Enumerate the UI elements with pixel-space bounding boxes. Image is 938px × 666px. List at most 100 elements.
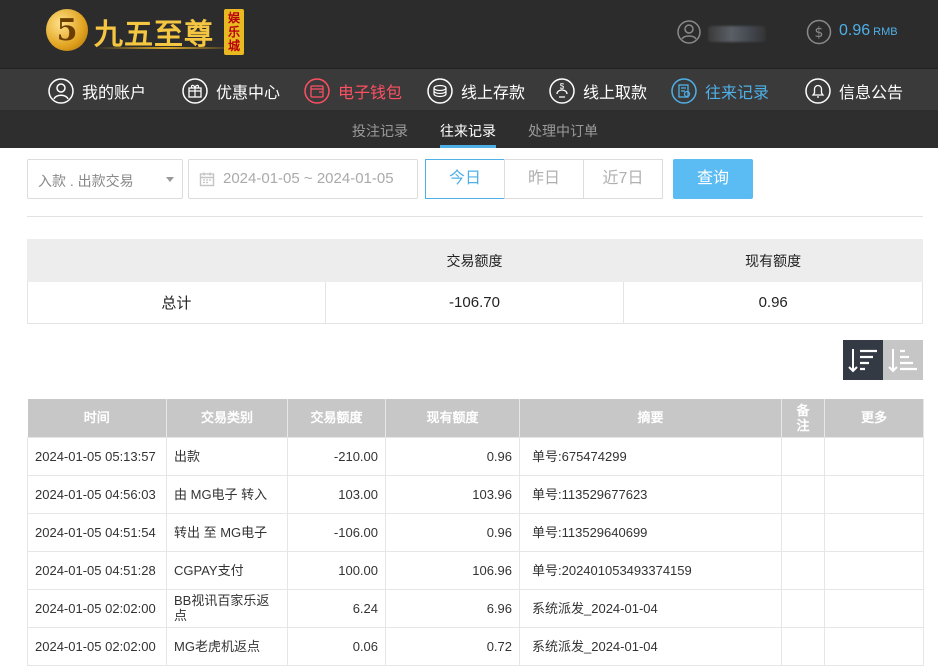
cell-amount: -210.00 bbox=[287, 436, 386, 476]
chevron-down-icon bbox=[166, 177, 174, 182]
tab-bet-records[interactable]: 投注记录 bbox=[352, 121, 408, 141]
table-row[interactable]: 2024-01-05 02:02:00 BB视讯百家乐返点 6.24 6.96 … bbox=[27, 588, 924, 628]
cell-more[interactable] bbox=[824, 626, 924, 666]
cell-time: 2024-01-05 02:02:00 bbox=[27, 626, 167, 666]
cell-more[interactable] bbox=[824, 550, 924, 590]
query-button[interactable]: 查询 bbox=[673, 159, 753, 199]
cell-balance: 103.96 bbox=[385, 474, 520, 514]
summary-table: 交易额度 现有额度 总计 -106.70 0.96 bbox=[27, 239, 923, 324]
summary-total-balance: 0.96 bbox=[623, 281, 923, 324]
calendar-icon bbox=[199, 172, 215, 187]
summary-header-amount: 交易额度 bbox=[324, 239, 625, 282]
col-header-remark[interactable]: 备注 bbox=[781, 399, 825, 437]
cell-remark bbox=[781, 588, 825, 628]
table-row[interactable]: 2024-01-05 04:51:28 CGPAY支付 100.00 106.9… bbox=[27, 550, 924, 590]
cell-type: 转出 至 MG电子 bbox=[166, 512, 288, 552]
wallet-icon bbox=[304, 78, 330, 104]
col-header-amount[interactable]: 交易额度 bbox=[287, 399, 386, 437]
cell-remark bbox=[781, 474, 825, 514]
nav-label: 信息公告 bbox=[839, 85, 904, 102]
nav-label: 线上取款 bbox=[583, 85, 648, 102]
nav-label: 线上存款 bbox=[461, 85, 526, 102]
cell-time: 2024-01-05 04:51:28 bbox=[27, 550, 167, 590]
cell-balance: 6.96 bbox=[385, 588, 520, 628]
cell-summary: 系统派发_2024-01-04 bbox=[519, 626, 782, 666]
table-row[interactable]: 2024-01-05 05:13:57 出款 -210.00 0.96 单号:6… bbox=[27, 436, 924, 476]
nav-announcements[interactable]: 信息公告 bbox=[805, 77, 903, 105]
cell-more[interactable] bbox=[824, 436, 924, 476]
summary-total-amount: -106.70 bbox=[324, 281, 625, 324]
cell-summary: 单号:202401053493374159 bbox=[519, 550, 782, 590]
transaction-records-table: 时间 交易类别 交易额度 现有额度 摘要 备注 更多 2024-01-05 05… bbox=[27, 399, 924, 666]
bell-icon bbox=[805, 78, 831, 104]
quick-last7days-button[interactable]: 近7日 bbox=[583, 159, 663, 199]
cell-remark bbox=[781, 626, 825, 666]
cell-time: 2024-01-05 04:56:03 bbox=[27, 474, 167, 514]
cell-amount: 103.00 bbox=[287, 474, 386, 514]
active-tab-indicator bbox=[440, 145, 496, 148]
col-header-type[interactable]: 交易类别 bbox=[166, 399, 288, 437]
col-header-time[interactable]: 时间 bbox=[27, 399, 167, 437]
svg-text:$: $ bbox=[815, 25, 824, 41]
user-icon bbox=[48, 78, 74, 104]
nav-online-deposit[interactable]: 线上存款 bbox=[427, 77, 525, 105]
logo-digit: 5 bbox=[56, 13, 78, 48]
quick-today-button[interactable]: 今日 bbox=[425, 159, 505, 199]
cell-type: MG老虎机返点 bbox=[166, 626, 288, 666]
date-range-input[interactable]: 2024-01-05 ~ 2024-01-05 bbox=[188, 159, 418, 199]
cell-summary: 单号:113529677623 bbox=[519, 474, 782, 514]
cell-more[interactable] bbox=[824, 474, 924, 514]
tab-transaction-records[interactable]: 往来记录 bbox=[440, 121, 496, 141]
sort-descending-button[interactable] bbox=[843, 340, 883, 380]
cell-balance: 0.96 bbox=[385, 436, 520, 476]
cell-type: 由 MG电子 转入 bbox=[166, 474, 288, 514]
select-value: 入款 . 出款交易 bbox=[38, 173, 134, 189]
cell-summary: 系统派发_2024-01-04 bbox=[519, 588, 782, 628]
sub-nav: 投注记录 往来记录 处理中订单 bbox=[0, 110, 938, 148]
svg-text:$: $ bbox=[560, 82, 565, 91]
table-row[interactable]: 2024-01-05 04:51:54 转出 至 MG电子 -106.00 0.… bbox=[27, 512, 924, 552]
nav-promotions[interactable]: 优惠中心 bbox=[182, 77, 280, 105]
nav-e-wallet[interactable]: 电子钱包 bbox=[304, 77, 402, 105]
nav-online-withdraw[interactable]: $ 线上取款 bbox=[549, 77, 647, 105]
main-nav: 我的账户 优惠中心 电子钱包 线上存款 $ 线上取款 往来记录 信息公告 bbox=[0, 68, 938, 110]
table-header-row: 时间 交易类别 交易额度 现有额度 摘要 备注 更多 bbox=[27, 399, 924, 437]
summary-header-balance: 现有额度 bbox=[623, 239, 923, 282]
cell-more[interactable] bbox=[824, 512, 924, 552]
nav-my-account[interactable]: 我的账户 bbox=[48, 77, 146, 105]
cell-more[interactable] bbox=[824, 588, 924, 628]
table-row[interactable]: 2024-01-05 02:02:00 MG老虎机返点 0.06 0.72 系统… bbox=[27, 626, 924, 666]
transaction-type-select[interactable]: 入款 . 出款交易 bbox=[27, 159, 183, 199]
cell-amount: 6.24 bbox=[287, 588, 386, 628]
tab-pending-orders[interactable]: 处理中订单 bbox=[528, 121, 598, 141]
cell-summary: 单号:675474299 bbox=[519, 436, 782, 476]
cell-summary: 单号:113529640699 bbox=[519, 512, 782, 552]
nav-label: 我的账户 bbox=[82, 85, 147, 102]
cell-time: 2024-01-05 02:02:00 bbox=[27, 588, 167, 628]
sort-descending-icon bbox=[848, 349, 877, 373]
nav-transaction-records[interactable]: 往来记录 bbox=[671, 77, 769, 105]
sort-ascending-button[interactable] bbox=[883, 340, 923, 380]
summary-total-label: 总计 bbox=[27, 281, 326, 324]
site-logo[interactable]: 5 九五至尊 娱乐城 bbox=[46, 7, 246, 57]
cell-remark bbox=[781, 436, 825, 476]
summary-header-empty bbox=[27, 239, 326, 282]
section-divider bbox=[27, 216, 923, 217]
quick-yesterday-button[interactable]: 昨日 bbox=[504, 159, 584, 199]
cell-balance: 0.72 bbox=[385, 626, 520, 666]
col-header-summary[interactable]: 摘要 bbox=[519, 399, 782, 437]
cell-type: 出款 bbox=[166, 436, 288, 476]
deposit-icon bbox=[427, 78, 453, 104]
balance-unit: RMB bbox=[873, 26, 898, 38]
col-header-more[interactable]: 更多 bbox=[824, 399, 924, 437]
user-avatar-icon[interactable] bbox=[677, 20, 701, 44]
col-header-balance[interactable]: 现有额度 bbox=[385, 399, 520, 437]
balance-display: 0.96 RMB bbox=[839, 22, 898, 40]
table-row[interactable]: 2024-01-05 04:56:03 由 MG电子 转入 103.00 103… bbox=[27, 474, 924, 514]
cell-time: 2024-01-05 05:13:57 bbox=[27, 436, 167, 476]
cell-amount: 0.06 bbox=[287, 626, 386, 666]
nav-label: 电子钱包 bbox=[338, 85, 403, 102]
gift-icon bbox=[182, 78, 208, 104]
withdraw-icon: $ bbox=[549, 78, 575, 104]
cell-amount: 100.00 bbox=[287, 550, 386, 590]
